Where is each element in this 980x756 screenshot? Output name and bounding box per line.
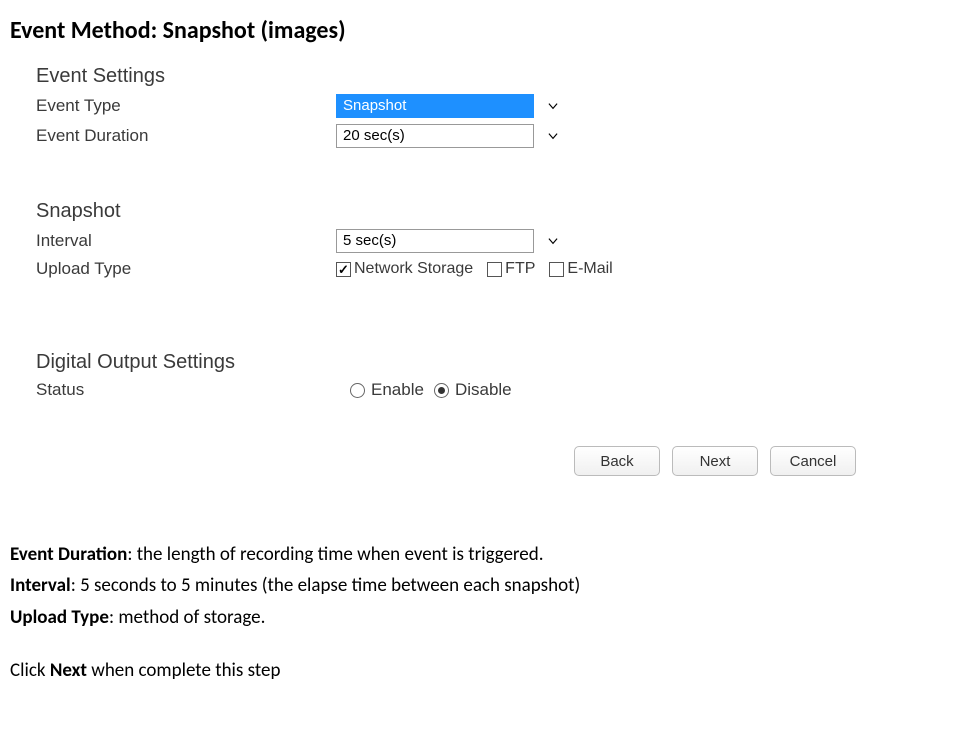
desc-term: Interval [10, 574, 71, 597]
chevron-down-icon[interactable] [542, 94, 564, 118]
upload-type-group: Network Storage FTP E-Mail [336, 260, 613, 278]
row-event-duration: Event Duration 20 sec(s) [36, 124, 856, 148]
row-interval: Interval 5 sec(s) [36, 229, 856, 253]
label-upload-type: Upload Type [36, 259, 336, 279]
desc-text: : the length of recording time when even… [127, 543, 543, 566]
radio-icon [350, 383, 365, 398]
desc-text: Click [10, 659, 50, 682]
radio-icon [434, 383, 449, 398]
label-status: Status [36, 380, 336, 400]
cancel-button[interactable]: Cancel [770, 446, 856, 476]
section-heading-event-settings: Event Settings [36, 65, 856, 88]
checkbox-ftp[interactable]: FTP [487, 260, 535, 278]
desc-line-upload-type: Upload Type: method of storage. [10, 603, 980, 632]
row-upload-type: Upload Type Network Storage FTP E-Mail [36, 259, 856, 279]
checkbox-icon [336, 262, 351, 277]
label-event-type: Event Type [36, 96, 336, 116]
desc-line-event-duration: Event Duration: the length of recording … [10, 540, 980, 569]
row-event-type: Event Type Snapshot [36, 94, 856, 118]
button-row: Back Next Cancel [36, 446, 856, 476]
settings-form: Event Settings Event Type Snapshot Event… [36, 65, 856, 476]
checkbox-icon [487, 262, 502, 277]
description-block: Event Duration: the length of recording … [10, 540, 980, 686]
desc-text: when complete this step [87, 659, 281, 682]
desc-term: Event Duration [10, 543, 127, 566]
next-button[interactable]: Next [672, 446, 758, 476]
radio-disable[interactable]: Disable [434, 380, 512, 400]
row-status: Status Enable Disable [36, 380, 856, 400]
section-heading-digital-output: Digital Output Settings [36, 351, 856, 374]
page-title: Event Method: Snapshot (images) [10, 16, 980, 45]
label-event-duration: Event Duration [36, 126, 336, 146]
section-heading-snapshot: Snapshot [36, 200, 856, 223]
select-interval[interactable]: 5 sec(s) [336, 229, 564, 253]
select-event-duration[interactable]: 20 sec(s) [336, 124, 564, 148]
desc-closing: Click Next when complete this step [10, 656, 980, 685]
checkbox-icon [549, 262, 564, 277]
label-interval: Interval [36, 231, 336, 251]
chevron-down-icon[interactable] [542, 229, 564, 253]
checkbox-label: E-Mail [567, 260, 612, 278]
radio-enable[interactable]: Enable [350, 380, 424, 400]
desc-term: Upload Type [10, 606, 109, 629]
desc-term: Next [50, 659, 87, 682]
chevron-down-icon[interactable] [542, 124, 564, 148]
select-interval-value: 5 sec(s) [336, 229, 534, 253]
checkbox-label: Network Storage [354, 260, 473, 278]
select-event-type-value: Snapshot [336, 94, 534, 118]
checkbox-label: FTP [505, 260, 535, 278]
select-event-duration-value: 20 sec(s) [336, 124, 534, 148]
select-event-type[interactable]: Snapshot [336, 94, 564, 118]
checkbox-email[interactable]: E-Mail [549, 260, 612, 278]
desc-text: : 5 seconds to 5 minutes (the elapse tim… [71, 574, 581, 597]
checkbox-network-storage[interactable]: Network Storage [336, 260, 473, 278]
desc-line-interval: Interval: 5 seconds to 5 minutes (the el… [10, 571, 980, 600]
back-button[interactable]: Back [574, 446, 660, 476]
radio-label: Enable [371, 380, 424, 400]
status-radio-group: Enable Disable [350, 380, 512, 400]
radio-label: Disable [455, 380, 512, 400]
desc-text: : method of storage. [109, 606, 265, 629]
